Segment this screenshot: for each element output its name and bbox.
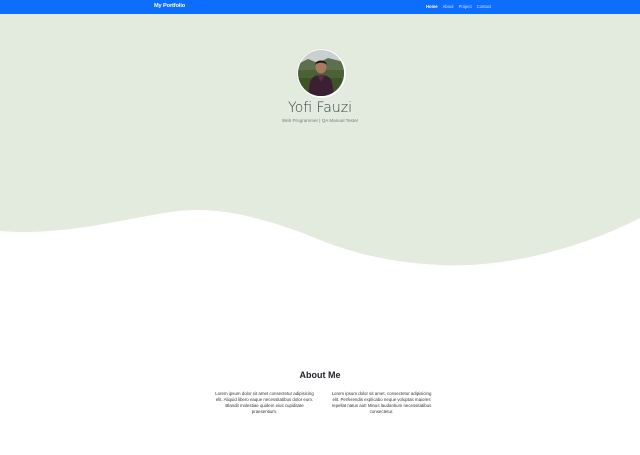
about-title: About Me [299,370,341,380]
navbar-brand[interactable]: My Portfolio [154,3,185,9]
about-paragraph-right: Lorem ipsum dolor sit amet, consectetur … [331,391,432,415]
hero-subtitle: Web Programmer | QA Manual Tester [281,118,359,123]
nav-link-about[interactable]: About [443,4,454,9]
about-columns: Lorem ipsum dolor sit amet consectetur a… [213,387,433,420]
nav-link-home[interactable]: Home [426,4,438,9]
nav-link-contact[interactable]: Contact [477,4,491,9]
nav-links: Home About Project Contact [426,4,491,9]
about-paragraph-left: Lorem ipsum dolor sit amet consectetur a… [215,391,314,415]
hero-section: Yofi Fauzi Web Programmer | QA Manual Te… [0,14,640,274]
profile-photo [297,49,346,98]
navbar: My Portfolio Home About Project Contact [0,0,640,14]
hero-name: Yofi Fauzi [288,100,352,116]
nav-link-project[interactable]: Project [459,4,472,9]
